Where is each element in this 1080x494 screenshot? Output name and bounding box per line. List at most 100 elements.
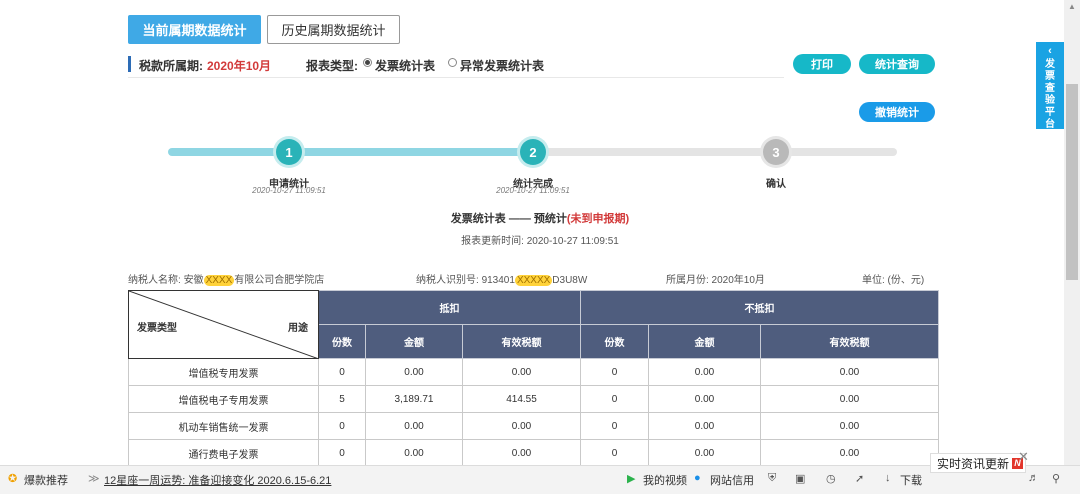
rocket-icon[interactable]: ➚	[855, 472, 864, 485]
taxpayer-id-suffix: D3U8W	[552, 275, 588, 286]
report-title-main: 发票统计表 —— 预统计	[450, 213, 567, 225]
group-header-deduct: 抵扣	[318, 290, 581, 325]
scroll-up-arrow-icon[interactable]: ▲	[1066, 2, 1078, 14]
cell: 0.00	[462, 439, 581, 467]
cell: 0	[580, 385, 649, 413]
close-icon[interactable]: ✕	[1018, 449, 1029, 465]
group-header-nondeduct: 不抵扣	[580, 290, 939, 325]
taxpayer-id-label: 纳税人识别号:	[416, 275, 479, 286]
scrollbar-thumb[interactable]	[1066, 84, 1078, 280]
my-video-link[interactable]: 我的视频	[643, 472, 687, 488]
table-row: 增值税专用发票 0 0.00 0.00 0 0.00 0.00	[128, 358, 939, 386]
step-3-node: 3	[763, 139, 789, 165]
col-header-count: 份数	[580, 324, 649, 359]
cell: 414.55	[462, 385, 581, 413]
chevron-left-icon: ‹	[1048, 45, 1052, 57]
period-value: 2020年10月	[207, 59, 272, 73]
double-chevron-icon: ≫	[88, 473, 100, 485]
report-status: (未到申报期)	[566, 213, 630, 225]
search-icon[interactable]: ⚲	[1052, 472, 1060, 485]
col-header-count: 份数	[318, 324, 366, 359]
taxpayer-name: 纳税人名称: 安徽 XXXX 有限公司合肥学院店	[128, 271, 324, 286]
cell: 0.00	[365, 439, 463, 467]
radio-abnormal-invoice-stats-label[interactable]: 异常发票统计表	[460, 57, 544, 74]
cell: 0.00	[648, 358, 761, 386]
image-icon[interactable]: ▣	[795, 472, 805, 485]
report-update-time: 报表更新时间: 2020-10-27 11:09:51	[461, 236, 619, 247]
cell: 0.00	[760, 385, 939, 413]
video-play-icon: ▶	[627, 473, 636, 485]
download-icon[interactable]: ↓	[885, 472, 891, 484]
water-drop-icon: ●	[694, 472, 701, 484]
col-header-amount: 金额	[365, 324, 463, 359]
cell: 0.00	[760, 358, 939, 386]
taxpayer-name-suffix: 有限公司合肥学院店	[234, 275, 325, 286]
progress-track-todo	[533, 148, 897, 156]
corner-type-label: 发票类型	[137, 323, 177, 334]
tab-history-period[interactable]: 历史属期数据统计	[267, 15, 400, 44]
invoice-stats-table: 用途 发票类型 抵扣 不抵扣 份数 金额 有效税额 份数 金额 有效税额 增值税…	[128, 290, 939, 467]
taxpayer-id-prefix: 913401	[481, 275, 515, 286]
step-2-time: 2020-10-27 11:09:51	[496, 186, 570, 195]
cell: 0.00	[760, 439, 939, 467]
taxpayer-id: 纳税人识别号: 913401 XXXXX D3U8W	[416, 271, 587, 286]
report-type-label: 报表类型:	[306, 59, 358, 73]
browser-status-bar: ✪ 爆款推荐 ≫ 12星座一周运势: 准备迎接变化 2020.6.15-6.21…	[0, 465, 1080, 494]
table-row: 通行费电子发票 0 0.00 0.00 0 0.00 0.00	[128, 439, 939, 467]
volume-icon[interactable]: ♬	[1028, 472, 1039, 484]
tax-month: 所属月份: 2020年10月	[666, 275, 765, 286]
print-button[interactable]: 打印	[793, 54, 851, 74]
speed-icon[interactable]: ◷	[826, 472, 836, 485]
step-1-node: 1	[276, 139, 302, 165]
news-headline-link[interactable]: 12星座一周运势: 准备迎接变化 2020.6.15-6.21	[104, 472, 331, 488]
cell: 0	[318, 439, 366, 467]
news-update-text: 实时资讯更新	[937, 456, 1010, 471]
cell: 3,189.71	[365, 385, 463, 413]
cell: 0	[318, 358, 366, 386]
radio-invoice-stats[interactable]	[363, 58, 372, 67]
radio-invoice-stats-label[interactable]: 发票统计表	[375, 57, 435, 74]
redaction-highlight: XXXX	[203, 275, 235, 286]
hot-recommend-link[interactable]: 爆款推荐	[24, 472, 68, 488]
cell-type: 机动车销售统一发票	[128, 412, 319, 440]
cell: 0.00	[760, 412, 939, 440]
shield-icon[interactable]: ⛨	[768, 472, 776, 485]
cell: 0.00	[462, 412, 581, 440]
divider	[128, 77, 784, 78]
cell: 0.00	[648, 439, 761, 467]
taxpayer-name-label: 纳税人名称:	[128, 275, 181, 286]
cell: 0	[580, 412, 649, 440]
cell: 0	[318, 412, 366, 440]
news-update-popup[interactable]: 实时资讯更新 N	[930, 453, 1026, 473]
redaction-highlight: XXXXX	[514, 275, 553, 286]
invoice-verify-label: 发票查验平台	[1045, 59, 1055, 130]
hot-recommend-icon: ✪	[8, 473, 18, 485]
col-header-tax: 有效税额	[760, 324, 939, 359]
cell: 0.00	[648, 412, 761, 440]
table-row: 机动车销售统一发票 0 0.00 0.00 0 0.00 0.00	[128, 412, 939, 440]
corner-usage-label: 用途	[288, 323, 308, 334]
col-header-amount: 金额	[648, 324, 761, 359]
cell-type: 通行费电子发票	[128, 439, 319, 467]
step-3-label: 确认	[766, 179, 786, 190]
tab-current-period[interactable]: 当前属期数据统计	[128, 15, 261, 44]
section-marker	[128, 56, 131, 72]
period-label: 税款所属期:	[139, 59, 203, 73]
cancel-stats-button[interactable]: 撤销统计	[859, 102, 935, 122]
table-row: 增值税电子专用发票 5 3,189.71 414.55 0 0.00 0.00	[128, 385, 939, 413]
cell: 0	[580, 439, 649, 467]
col-header-tax: 有效税额	[462, 324, 581, 359]
cell: 0.00	[365, 358, 463, 386]
unit-label: 单位: (份、元)	[862, 275, 925, 286]
stats-query-button[interactable]: 统计查询	[859, 54, 935, 74]
table-corner-header: 用途 发票类型	[128, 290, 319, 359]
cell-type: 增值税专用发票	[128, 358, 319, 386]
invoice-verify-panel-toggle[interactable]: ‹ 发票查验平台	[1036, 42, 1064, 130]
cell: 5	[318, 385, 366, 413]
step-1-time: 2020-10-27 11:09:51	[252, 186, 326, 195]
download-link[interactable]: 下载	[900, 472, 922, 488]
radio-abnormal-invoice-stats[interactable]	[448, 58, 457, 67]
progress-track-done	[168, 148, 533, 156]
site-credit-link[interactable]: 网站信用	[710, 472, 754, 488]
cell: 0.00	[365, 412, 463, 440]
